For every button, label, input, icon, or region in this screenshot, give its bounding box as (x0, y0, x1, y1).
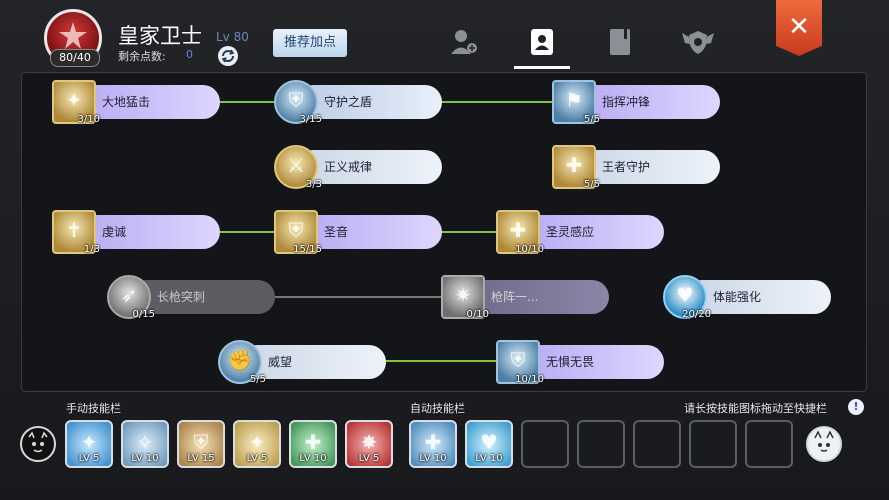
recommend-points-button[interactable]: 推荐加点 (273, 29, 347, 57)
manual-bar-label: 手动技能栏 (66, 402, 121, 415)
skill-node-prestige[interactable]: 威望 ✊ 5/5 (218, 340, 386, 385)
skill-icon[interactable]: ✝ 1/3 (52, 210, 100, 255)
skill-node-holy-voice[interactable]: 圣音 ⛨ 15/15 (274, 210, 442, 255)
class-level: Lv 80 (216, 30, 249, 44)
class-name: 皇家卫士 (118, 24, 202, 48)
auto-bar-label: 自动技能栏 (410, 402, 465, 415)
reset-icon[interactable] (218, 46, 238, 66)
empty-skill-slot[interactable] (577, 420, 625, 468)
skill-icon[interactable]: ✚ 10/10 (496, 210, 544, 255)
class-points-badge: 80/40 (50, 49, 100, 67)
close-button[interactable]: ✕ (776, 0, 822, 56)
skill-icon[interactable]: ➶ 0/15 (107, 275, 155, 320)
skill-icon[interactable]: ✷ 0/10 (441, 275, 489, 320)
skill-icon[interactable]: ✦ 3/10 (52, 80, 100, 125)
skill-node-justice-discipline[interactable]: 正义戒律 ⚔ 3/3 (274, 145, 442, 190)
bar-page-right-icon[interactable] (806, 426, 842, 462)
skill-level: 5/5 (583, 114, 600, 125)
skill-link (218, 231, 276, 233)
skill-link (440, 101, 554, 103)
skill-level: 0/15 (132, 309, 155, 320)
skill-icon[interactable]: ⚑ 5/5 (552, 80, 600, 125)
auto-skill-slot[interactable]: ♥ LV 10 (465, 420, 513, 468)
skill-level: 1/3 (83, 244, 100, 255)
close-icon: ✕ (788, 12, 810, 42)
remaining-points-label: 剩余点数: (118, 50, 166, 63)
active-tab-indicator (514, 66, 570, 69)
user-plus-icon (449, 27, 479, 61)
skill-node-king-guard[interactable]: 王者守护 ✚ 5/5 (552, 145, 720, 190)
skill-link (440, 231, 498, 233)
empty-skill-slot[interactable] (633, 420, 681, 468)
skill-node-devotion[interactable]: 虔诚 ✝ 1/3 (52, 210, 220, 255)
tab-book[interactable] (600, 24, 640, 64)
skill-node-holy-spirit[interactable]: 圣灵感应 ✚ 10/10 (496, 210, 664, 255)
manual-skill-slot[interactable]: ⛨ LV 15 (177, 420, 225, 468)
bar-page-left-icon[interactable] (20, 426, 56, 462)
skill-level: 3/3 (305, 179, 322, 190)
skill-level: 5/5 (249, 374, 266, 385)
skill-icon[interactable]: ⛨ 10/10 (496, 340, 544, 385)
skill-node-earth-strike[interactable]: 大地猛击 ✦ 3/10 (52, 80, 220, 125)
skill-link (273, 296, 443, 298)
skill-node-spear-formation[interactable]: 枪阵一... ✷ 0/10 (441, 275, 609, 320)
skill-icon[interactable]: ⛨ 3/15 (274, 80, 322, 125)
skill-icon[interactable]: ⚔ 3/3 (274, 145, 322, 190)
info-icon[interactable]: ! (848, 399, 864, 415)
skill-node-physical-boost[interactable]: 体能强化 ♥ 20/20 (663, 275, 831, 320)
book-icon (606, 27, 634, 61)
remaining-points-value: 0 (186, 48, 193, 61)
skill-level: 5/5 (583, 179, 600, 190)
empty-skill-slot[interactable] (521, 420, 569, 468)
skill-level: 10/10 (515, 244, 544, 255)
skill-level: 3/10 (77, 114, 100, 125)
manual-skill-slot[interactable]: ✦ LV 5 (65, 420, 113, 468)
manual-skill-slot[interactable]: ✦ LV 5 (233, 420, 281, 468)
skill-link (218, 101, 276, 103)
tab-skills[interactable] (522, 24, 562, 64)
manual-skill-slot[interactable]: ✧ LV 10 (121, 420, 169, 468)
empty-skill-slot[interactable] (745, 420, 793, 468)
skill-level: 3/15 (299, 114, 322, 125)
drag-hint: 请长按技能图标拖动至快捷栏 (684, 402, 827, 415)
skill-node-fearless[interactable]: 无惧无畏 ⛨ 10/10 (496, 340, 664, 385)
manual-skill-slot[interactable]: ✚ LV 10 (289, 420, 337, 468)
tab-guild[interactable] (678, 24, 718, 64)
skill-node-guard-shield[interactable]: 守护之盾 ⛨ 3/15 (274, 80, 442, 125)
skill-node-spear-thrust[interactable]: 长枪突刺 ➶ 0/15 (107, 275, 275, 320)
skill-level: 0/10 (466, 309, 489, 320)
shield-wings-icon (681, 27, 715, 61)
skill-level: 20/20 (682, 309, 711, 320)
skill-link (385, 360, 499, 362)
skill-level: 10/10 (515, 374, 544, 385)
skill-icon[interactable]: ✊ 5/5 (218, 340, 266, 385)
skill-icon[interactable]: ♥ 20/20 (663, 275, 711, 320)
skill-level: 15/15 (293, 244, 322, 255)
auto-skill-slot[interactable]: ✚ LV 10 (409, 420, 457, 468)
skill-icon[interactable]: ✚ 5/5 (552, 145, 600, 190)
manual-skill-slot[interactable]: ✸ LV 5 (345, 420, 393, 468)
tab-character[interactable] (444, 24, 484, 64)
empty-skill-slot[interactable] (689, 420, 737, 468)
skill-icon[interactable]: ⛨ 15/15 (274, 210, 322, 255)
skill-window: 80/40 皇家卫士 Lv 80 剩余点数: 0 推荐加点 ✕ 大地猛击 ✦ 3… (0, 0, 889, 500)
skill-node-command-charge[interactable]: 指挥冲锋 ⚑ 5/5 (552, 80, 720, 125)
contact-book-icon (528, 27, 556, 61)
